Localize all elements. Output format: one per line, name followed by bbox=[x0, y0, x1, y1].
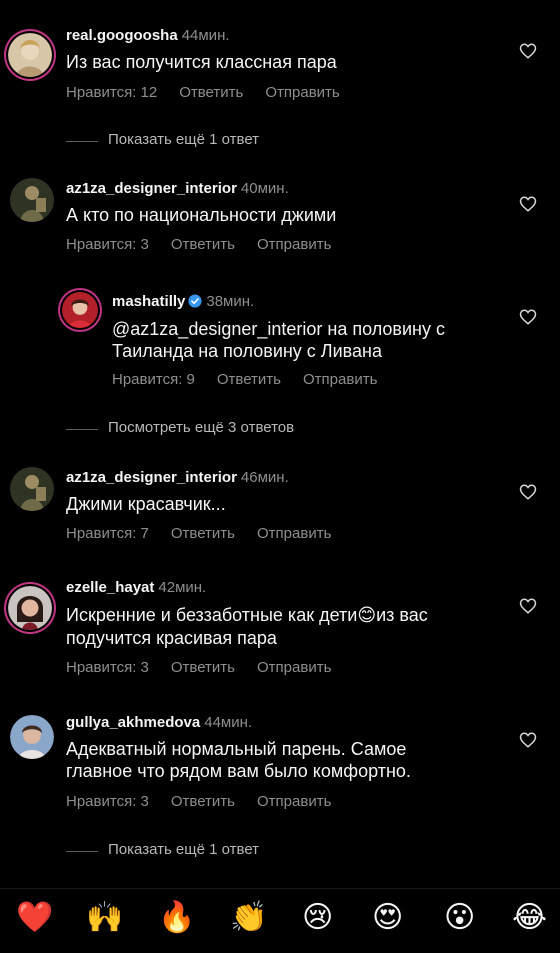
avatar[interactable] bbox=[8, 33, 52, 77]
comment-actions: Нравится: 7 Ответить Отправить bbox=[66, 525, 353, 542]
likes-count[interactable]: Нравится: 3 bbox=[66, 659, 149, 676]
heart-icon[interactable] bbox=[519, 483, 537, 501]
likes-count[interactable]: Нравится: 12 bbox=[66, 84, 157, 101]
avatar[interactable] bbox=[8, 586, 52, 630]
avatar[interactable] bbox=[10, 467, 54, 511]
verified-badge-icon bbox=[188, 294, 202, 308]
fire-emoji-button[interactable]: 🔥 bbox=[158, 901, 195, 935]
comment-actions: Нравится: 12 Ответить Отправить bbox=[66, 84, 362, 101]
username[interactable]: mashatilly bbox=[112, 293, 185, 310]
avatar[interactable] bbox=[62, 292, 98, 328]
send-button[interactable]: Отправить bbox=[257, 525, 331, 542]
avatar[interactable] bbox=[10, 178, 54, 222]
heart-icon[interactable] bbox=[519, 731, 537, 749]
comment-text-line: подучится красивая пара bbox=[66, 628, 277, 648]
comment-actions: Нравится: 9 Ответить Отправить bbox=[112, 371, 399, 388]
likes-count[interactable]: Нравится: 3 bbox=[66, 236, 149, 253]
timestamp: 42мин. bbox=[158, 579, 207, 596]
likes-count[interactable]: Нравится: 7 bbox=[66, 525, 149, 542]
show-more-replies-button[interactable]: Посмотреть ещё 3 ответов bbox=[108, 419, 294, 436]
heart-icon[interactable] bbox=[519, 308, 537, 326]
send-button[interactable]: Отправить bbox=[257, 659, 331, 676]
send-button[interactable]: Отправить bbox=[303, 371, 377, 388]
divider-line bbox=[66, 429, 98, 430]
reply-button[interactable]: Ответить bbox=[179, 84, 243, 101]
comment-actions: Нравится: 3 Ответить Отправить bbox=[66, 659, 353, 676]
comment-text: @az1za_designer_interior на половину с Т… bbox=[112, 319, 445, 361]
comment-actions: Нравится: 3 Ответить Отправить bbox=[66, 236, 353, 253]
heart-icon[interactable] bbox=[519, 42, 537, 60]
heart-icon[interactable] bbox=[519, 195, 537, 213]
crying-face-emoji-button[interactable]: 😢 bbox=[302, 901, 333, 935]
send-button[interactable]: Отправить bbox=[257, 236, 331, 253]
red-heart-emoji-button[interactable]: ❤️ bbox=[16, 901, 53, 935]
comment-header: gullya_akhmedova 44мин. bbox=[66, 714, 252, 731]
send-button[interactable]: Отправить bbox=[265, 84, 339, 101]
comment-header: az1za_designer_interior 46мин. bbox=[66, 469, 289, 486]
comment-text-line: из вас bbox=[376, 605, 428, 625]
divider-line bbox=[66, 141, 98, 142]
comment-actions: Нравится: 3 Ответить Отправить bbox=[66, 793, 353, 810]
username[interactable]: az1za_designer_interior bbox=[66, 180, 237, 197]
surprised-face-emoji-button[interactable]: 😮 bbox=[444, 901, 475, 935]
show-more-replies-button[interactable]: Показать ещё 1 ответ bbox=[108, 131, 259, 148]
comment-text-line: Искренние и беззаботные как дети bbox=[66, 605, 358, 625]
heart-eyes-emoji-button[interactable]: 😍 bbox=[372, 901, 403, 935]
clapping-hands-emoji-button[interactable]: 👏 bbox=[230, 901, 267, 935]
timestamp: 46мин. bbox=[240, 469, 289, 486]
reply-button[interactable]: Ответить bbox=[171, 659, 235, 676]
smiling-face-emoji: 😊 bbox=[357, 605, 377, 626]
timestamp: 44мин. bbox=[204, 714, 253, 731]
divider-line bbox=[66, 851, 98, 852]
username[interactable]: real.googoosha bbox=[66, 27, 178, 44]
show-more-replies-button[interactable]: Показать ещё 1 ответ bbox=[108, 841, 259, 858]
comment-header: az1za_designer_interior 40мин. bbox=[66, 180, 289, 197]
timestamp: 40мин. bbox=[240, 180, 289, 197]
reply-button[interactable]: Ответить bbox=[171, 793, 235, 810]
comment-text: Джими красавчик... bbox=[66, 494, 226, 514]
username[interactable]: ezelle_hayat bbox=[66, 579, 154, 596]
likes-count[interactable]: Нравится: 3 bbox=[66, 793, 149, 810]
reply-button[interactable]: Ответить bbox=[171, 236, 235, 253]
heart-icon[interactable] bbox=[519, 597, 537, 615]
username[interactable]: gullya_akhmedova bbox=[66, 714, 200, 731]
tears-of-joy-emoji-button[interactable]: 😂 bbox=[512, 901, 547, 935]
comment-text: Искренние и беззаботные как дети😊из вас … bbox=[66, 604, 428, 649]
comment-header: ezelle_hayat 42мин. bbox=[66, 579, 206, 596]
likes-count[interactable]: Нравится: 9 bbox=[112, 371, 195, 388]
avatar[interactable] bbox=[10, 715, 54, 759]
reply-button[interactable]: Ответить bbox=[171, 525, 235, 542]
timestamp: 44мин. bbox=[181, 27, 230, 44]
reply-button[interactable]: Ответить bbox=[217, 371, 281, 388]
comment-header: real.googoosha 44мин. bbox=[66, 27, 230, 44]
comment-header: mashatilly 38мин. bbox=[112, 293, 254, 310]
comment-text: Из вас получится классная пара bbox=[66, 52, 337, 72]
timestamp: 38мин. bbox=[206, 293, 255, 310]
raising-hands-emoji-button[interactable]: 🙌 bbox=[86, 901, 123, 935]
send-button[interactable]: Отправить bbox=[257, 793, 331, 810]
comment-text: А кто по национальности джими bbox=[66, 205, 337, 225]
comment-text: Адекватный нормальный парень. Самое глав… bbox=[66, 739, 411, 781]
quick-reactions-bar: ❤️ 🙌 🔥 👏 😢 😍 😮 😂 bbox=[0, 888, 560, 953]
username[interactable]: az1za_designer_interior bbox=[66, 469, 237, 486]
